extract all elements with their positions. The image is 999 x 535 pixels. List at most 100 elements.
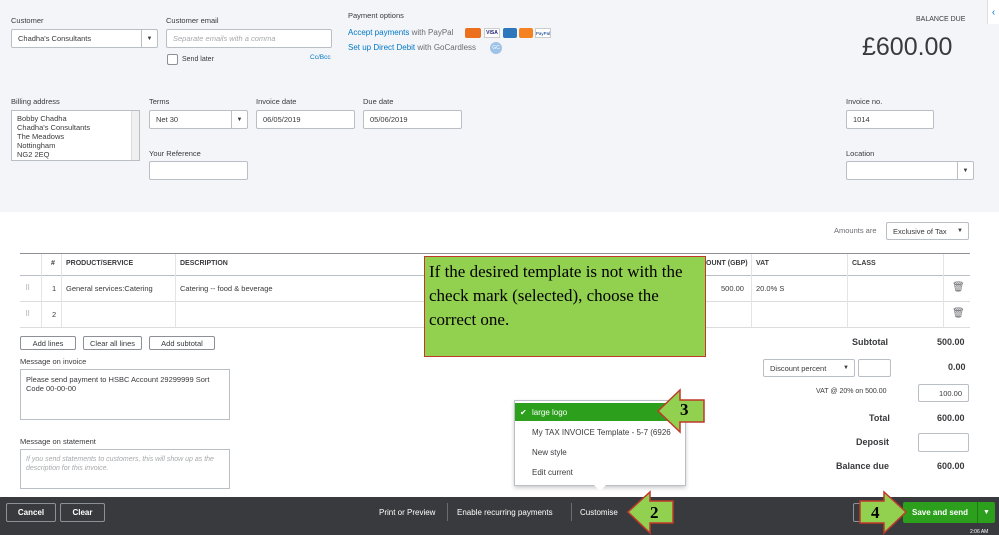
with-paypal-text: with PayPal xyxy=(409,28,454,37)
menu-item-new-style[interactable]: New style xyxy=(515,443,687,461)
due-date-input[interactable]: 05/06/2019 xyxy=(363,110,462,129)
chevron-down-icon[interactable]: ▼ xyxy=(231,111,247,128)
col-num: # xyxy=(51,260,55,267)
chevron-down-icon[interactable]: ▼ xyxy=(838,360,854,376)
menu-item-edit-current[interactable]: Edit current xyxy=(515,463,687,481)
chevron-down-icon[interactable]: ▼ xyxy=(952,223,968,239)
terms-select[interactable]: Net 30 ▼ xyxy=(149,110,248,129)
discount-select[interactable]: Discount percent ▼ xyxy=(763,359,855,377)
billing-address-textarea[interactable]: Bobby Chadha Chadha's Consultants The Me… xyxy=(11,110,140,161)
trash-icon[interactable]: 🗑 xyxy=(952,308,965,319)
customer-select[interactable]: Chadha's Consultants ▼ xyxy=(11,29,158,48)
with-gocardless-text: with GoCardless xyxy=(415,43,477,52)
your-reference-input[interactable] xyxy=(149,161,248,180)
clear-all-lines-button[interactable]: Clear all lines xyxy=(83,336,142,350)
col-divider xyxy=(61,254,62,327)
add-subtotal-button[interactable]: Add subtotal xyxy=(149,336,215,350)
balance-due-label: BALANCE DUE xyxy=(916,16,966,23)
amounts-are-select[interactable]: Exclusive of Tax ▼ xyxy=(886,222,969,240)
row-product[interactable]: General services:Catering xyxy=(66,284,153,293)
customer-value: Chadha's Consultants xyxy=(18,34,92,43)
discount-select-value: Discount percent xyxy=(770,363,827,373)
chevron-left-icon[interactable]: ‹ xyxy=(987,0,999,24)
drag-handle-icon[interactable]: ⠿ xyxy=(25,284,30,292)
amounts-are-label: Amounts are xyxy=(834,226,877,235)
customer-email-input[interactable]: Separate emails with a comma xyxy=(166,29,332,48)
menu-item-label: large logo xyxy=(532,407,568,417)
discover-icon xyxy=(519,28,533,38)
due-date-label: Due date xyxy=(363,97,394,106)
add-lines-button[interactable]: Add lines xyxy=(20,336,76,350)
message-statement-placeholder: If you send statements to customers, thi… xyxy=(26,456,214,472)
chevron-down-icon[interactable]: ▼ xyxy=(141,30,157,47)
message-statement-label: Message on statement xyxy=(20,437,96,446)
customise-link[interactable]: Customise xyxy=(580,508,618,517)
accept-payments-row: Accept payments with PayPal xyxy=(348,28,453,37)
terms-label: Terms xyxy=(149,97,170,106)
address-line: Chadha's Consultants xyxy=(17,123,91,132)
amounts-are-value: Exclusive of Tax xyxy=(893,226,947,236)
table-top-border xyxy=(20,253,970,254)
discount-value: 0.00 xyxy=(948,362,966,372)
col-class: CLASS xyxy=(852,260,876,267)
accept-payments-link[interactable]: Accept payments xyxy=(348,28,409,37)
print-preview-link[interactable]: Print or Preview xyxy=(379,508,435,517)
footer-separator xyxy=(571,503,572,521)
drag-handle-icon[interactable]: ⠿ xyxy=(25,310,30,318)
address-line: Nottingham xyxy=(17,141,56,150)
mastercard-icon xyxy=(465,28,481,38)
deposit-input[interactable] xyxy=(918,433,969,452)
chevron-down-icon[interactable]: ▼ xyxy=(957,162,973,179)
instruction-callout: If the desired template is not with the … xyxy=(424,256,706,357)
address-line: Bobby Chadha xyxy=(17,114,67,123)
badge-4-number: 4 xyxy=(871,503,880,522)
direct-debit-link[interactable]: Set up Direct Debit xyxy=(348,43,415,52)
visa-icon: VISA xyxy=(484,28,500,38)
invoice-date-input[interactable]: 06/05/2019 xyxy=(256,110,355,129)
vat-label: VAT @ 20% on 500.00 xyxy=(816,388,887,395)
message-invoice-textarea[interactable]: Please send payment to HSBC Account 2929… xyxy=(20,369,230,420)
arrow-badge-4 xyxy=(859,490,908,535)
invoice-no-input[interactable]: 1014 xyxy=(846,110,934,129)
trash-icon[interactable]: 🗑 xyxy=(952,282,965,293)
subtotal-label: Subtotal xyxy=(852,337,888,347)
location-label: Location xyxy=(846,149,875,158)
menu-item-label: New style xyxy=(532,447,567,457)
clock-text: 2:06 AM xyxy=(970,529,989,535)
address-scrollbar[interactable] xyxy=(131,111,139,160)
row-description[interactable]: Catering -- food & beverage xyxy=(180,284,273,293)
col-divider xyxy=(175,254,176,327)
recurring-payments-link[interactable]: Enable recurring payments xyxy=(457,508,553,517)
col-vat: VAT xyxy=(756,260,769,267)
total-value: 600.00 xyxy=(937,413,965,423)
invoice-no-value: 1014 xyxy=(853,115,870,124)
row-vat[interactable]: 20.0% S xyxy=(756,284,784,293)
cc-bcc-link[interactable]: Cc/Bcc xyxy=(310,54,331,61)
message-statement-textarea[interactable]: If you send statements to customers, thi… xyxy=(20,449,230,489)
check-icon: ✔ xyxy=(520,407,527,417)
row-amount[interactable]: 500.00 xyxy=(721,284,744,293)
col-divider xyxy=(943,254,944,327)
menu-item-label: My TAX INVOICE Template - 5-7 (6926 xyxy=(532,427,671,437)
footer-separator xyxy=(447,503,448,521)
subtotal-value: 500.00 xyxy=(937,337,965,347)
your-reference-label: Your Reference xyxy=(149,149,201,158)
send-later-label: Send later xyxy=(182,56,214,63)
vat-input[interactable]: 100.00 xyxy=(918,384,969,402)
clear-button[interactable]: Clear xyxy=(60,503,105,522)
menu-item-label: Edit current xyxy=(532,467,573,477)
discount-input[interactable] xyxy=(858,359,891,377)
location-select[interactable]: ▼ xyxy=(846,161,974,180)
col-product: PRODUCT/SERVICE xyxy=(66,260,134,267)
row-num: 1 xyxy=(52,284,57,293)
save-and-send-button[interactable]: Save and send ▼ xyxy=(903,502,995,523)
direct-debit-row: Set up Direct Debit with GoCardless xyxy=(348,43,476,52)
send-later-checkbox[interactable] xyxy=(167,54,178,65)
cancel-button[interactable]: Cancel xyxy=(6,503,56,522)
amex-icon xyxy=(503,28,517,38)
balance-due-amount: £600.00 xyxy=(862,33,953,61)
row-num: 2 xyxy=(52,310,57,319)
balance-due-label-bottom: Balance due xyxy=(836,461,890,471)
customer-label: Customer xyxy=(11,16,44,25)
chevron-down-icon[interactable]: ▼ xyxy=(978,509,995,516)
